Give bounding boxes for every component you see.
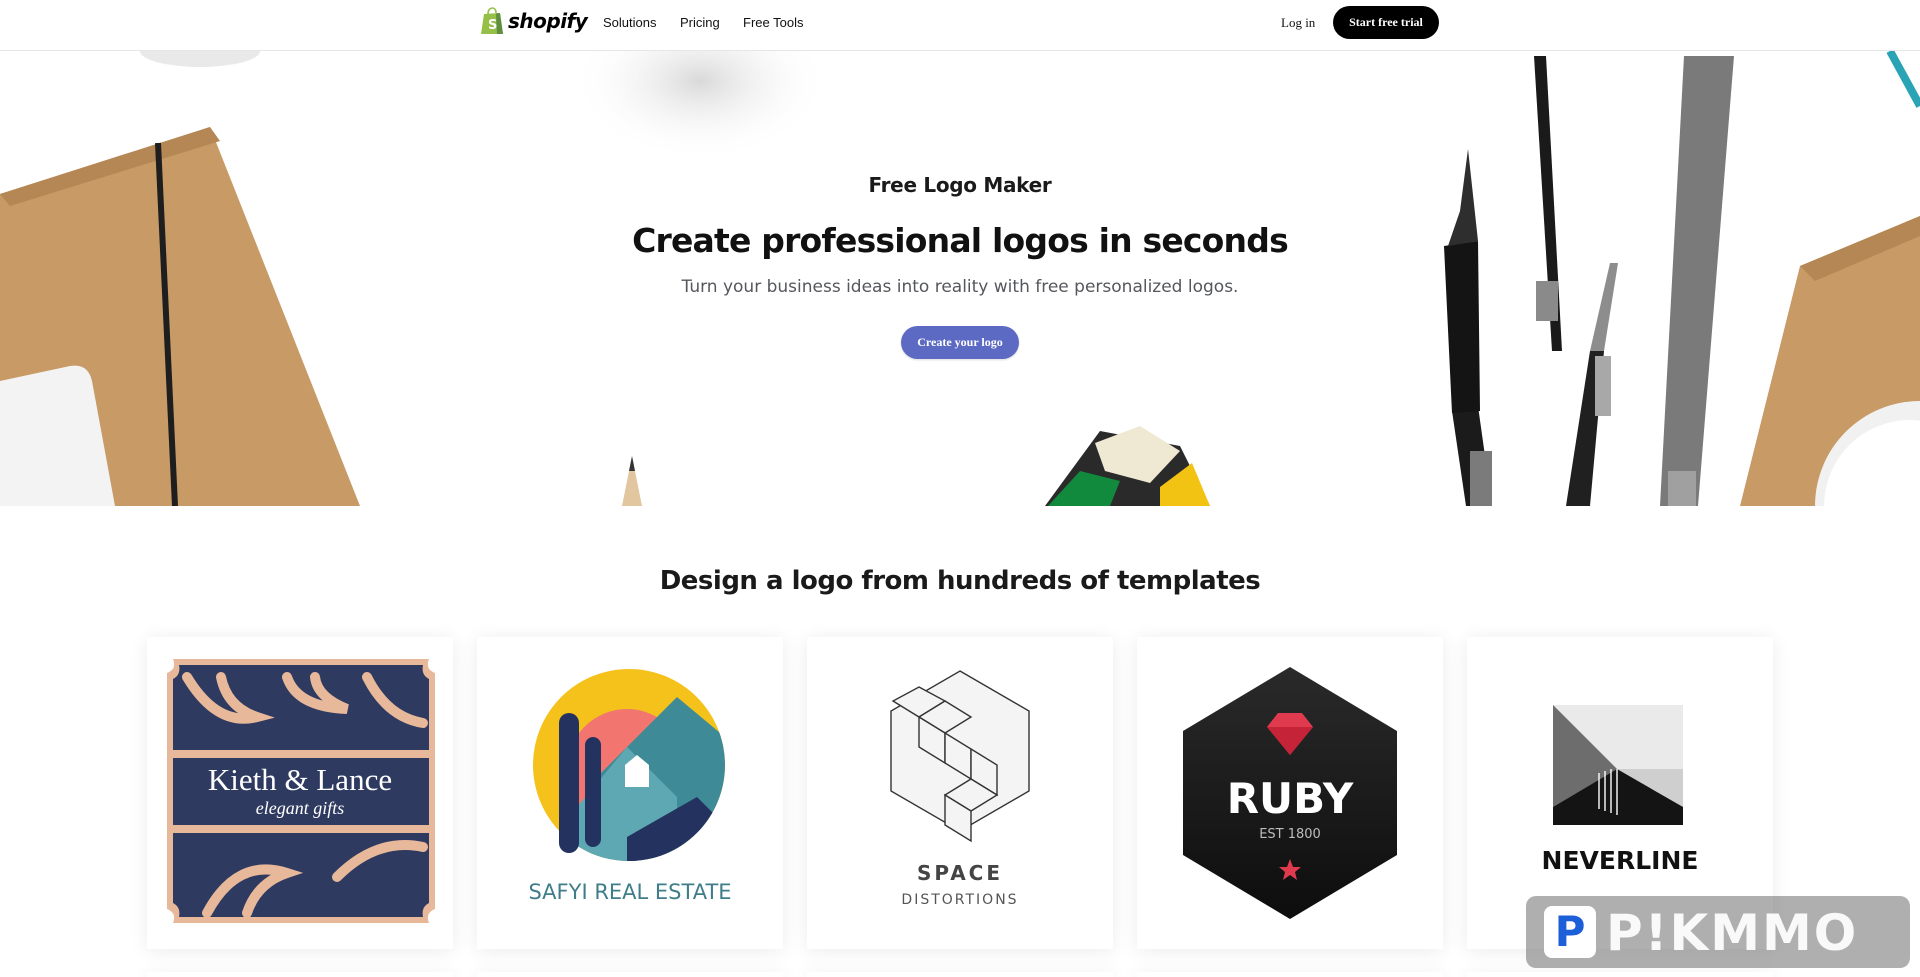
nav-pricing[interactable]: Pricing [680, 15, 720, 30]
nav-solutions[interactable]: Solutions [603, 15, 656, 30]
neverline-title: NEVERLINE [1542, 846, 1699, 875]
template-card-space-distortions[interactable]: SPACE DISTORTIONS [807, 637, 1113, 949]
ruby-tagline: EST 1800 [1259, 827, 1321, 842]
login-link[interactable]: Log in [1281, 15, 1315, 31]
ruby-logo: RUBY EST 1800 [1183, 667, 1397, 919]
ruby-title: RUBY [1227, 774, 1354, 823]
template-card-next-row[interactable] [147, 972, 453, 977]
watermark-text: P!KMMO [1606, 904, 1859, 962]
hero-banner: Free Logo Maker Create professional logo… [0, 51, 1920, 506]
top-navigation: S shopify Solutions Pricing Free Tools L… [0, 0, 1920, 51]
space-distortions-logo: SPACE DISTORTIONS [890, 670, 1030, 908]
nav-free-tools[interactable]: Free Tools [743, 15, 803, 30]
template-card-next-row[interactable] [1467, 972, 1773, 977]
hero-eyebrow: Free Logo Maker [868, 173, 1052, 197]
space-tagline: DISTORTIONS [901, 892, 1018, 908]
hero-subheading: Turn your business ideas into reality wi… [681, 277, 1239, 297]
create-logo-button[interactable]: Create your logo [901, 326, 1019, 359]
watermark: P P!KMMO [1526, 896, 1910, 968]
safyi-title: SAFYI REAL ESTATE [528, 880, 731, 904]
template-card-ruby[interactable]: RUBY EST 1800 [1137, 637, 1443, 949]
start-free-trial-button[interactable]: Start free trial [1333, 6, 1439, 39]
template-card-kieth-lance[interactable]: Kieth & Lance elegant gifts [147, 637, 453, 949]
safyi-logo: SAFYI REAL ESTATE [528, 669, 732, 904]
template-card-next-row[interactable] [1137, 972, 1443, 977]
template-card-next-row[interactable] [807, 972, 1113, 977]
watermark-icon: P [1544, 906, 1596, 958]
template-card-next-row[interactable] [477, 972, 783, 977]
shopify-logo[interactable]: S shopify [480, 7, 588, 35]
shopping-bag-icon: S [481, 7, 503, 34]
svg-text:S: S [488, 18, 497, 33]
kieth-lance-tagline: elegant gifts [256, 798, 345, 818]
brand-wordmark: shopify [508, 9, 588, 33]
space-title: SPACE [917, 861, 1003, 885]
kieth-lance-logo: Kieth & Lance elegant gifts [167, 659, 435, 923]
hero-headline: Create professional logos in seconds [632, 221, 1289, 260]
kieth-lance-title: Kieth & Lance [208, 762, 392, 797]
templates-heading: Design a logo from hundreds of templates [659, 566, 1261, 596]
template-card-safyi-real-estate[interactable]: SAFYI REAL ESTATE [477, 637, 783, 949]
